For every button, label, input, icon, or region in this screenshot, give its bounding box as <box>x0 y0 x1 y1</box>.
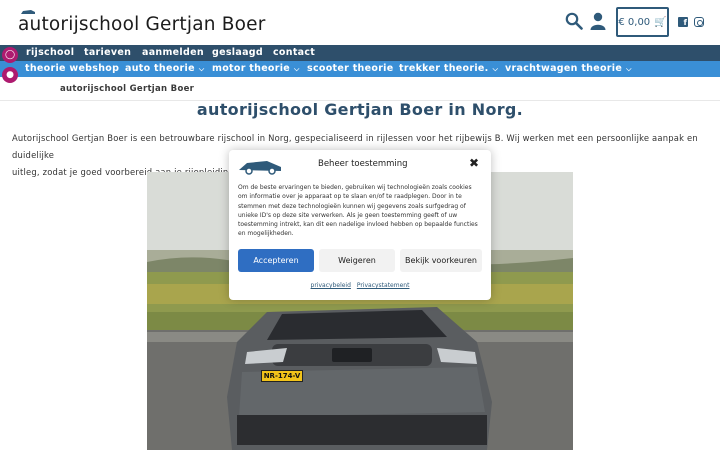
chevron-down-icon: ⌵ <box>198 65 205 73</box>
cookie-consent-modal: Beheer toestemming ✖ Om de beste ervarin… <box>229 150 491 300</box>
nav-item-vrachtwagen-theorie[interactable]: vrachtwagen theorie ⌵ <box>505 61 632 77</box>
nav-item-aanmelden[interactable]: aanmelden <box>142 45 204 61</box>
nav-label: trekker theorie. <box>399 63 489 74</box>
nav-item-geslaagd[interactable]: geslaagd <box>212 45 263 61</box>
nav-label: vrachtwagen theorie <box>505 63 623 74</box>
breadcrumb[interactable]: autorijschool Gertjan Boer <box>60 84 194 94</box>
instagram-icon[interactable] <box>694 17 704 27</box>
site-title[interactable]: autorijschool Gertjan Boer <box>18 14 266 35</box>
nav-item-trekker-theorie[interactable]: trekker theorie. ⌵ <box>399 61 498 77</box>
nav-label: motor theorie <box>212 63 291 74</box>
cart-icon: 🛒 <box>654 16 667 28</box>
nav-label: scooter theorie <box>307 63 394 74</box>
chevron-down-icon: ⌵ <box>626 65 632 73</box>
accept-button[interactable]: Accepteren <box>238 249 314 272</box>
close-icon[interactable]: ✖ <box>469 156 479 170</box>
chat-icon[interactable]: ● <box>2 67 18 83</box>
cart-total: € 0,00 <box>618 16 651 28</box>
modal-links: privacybeleid Privacystatement <box>229 282 491 289</box>
search-icon[interactable] <box>565 12 583 30</box>
nav-item-tarieven[interactable]: tarieven <box>84 45 131 61</box>
view-preferences-button[interactable]: Bekijk voorkeuren <box>400 249 482 272</box>
site-header: autorijschool Gertjan Boer € 0,00 🛒 f <box>0 0 720 45</box>
nav-item-rijschool[interactable]: rijschool <box>26 45 74 61</box>
nav-item-scooter-theorie[interactable]: scooter theorie <box>307 61 393 77</box>
nav-label: auto theorie <box>125 63 195 74</box>
user-icon[interactable] <box>590 12 606 30</box>
nav-item-motor-theorie[interactable]: motor theorie ⌵ <box>212 61 300 77</box>
logo-car-icon <box>239 161 281 175</box>
nav-item-theorie-webshop[interactable]: theorie webshop <box>25 61 119 77</box>
accessibility-icon[interactable]: ◯ <box>2 47 18 63</box>
modal-title: Beheer toestemming <box>318 159 408 169</box>
deny-button[interactable]: Weigeren <box>319 249 395 272</box>
license-plate: NR-174-V <box>261 370 303 382</box>
nav-label: theorie webshop <box>25 63 120 74</box>
chevron-down-icon: ⌵ <box>294 65 300 73</box>
primary-nav: rijschool tarieven aanmelden geslaagd co… <box>0 45 720 61</box>
privacy-policy-link[interactable]: privacybeleid <box>311 282 351 289</box>
nav-item-auto-theorie[interactable]: auto theorie ⌵ <box>125 61 204 77</box>
chevron-down-icon: ⌵ <box>492 65 499 73</box>
privacy-statement-link[interactable]: Privacystatement <box>357 282 410 289</box>
nav-item-contact[interactable]: contact <box>273 45 315 61</box>
page-title: autorijschool Gertjan Boer in Norg. <box>196 100 524 119</box>
modal-body: Om de beste ervaringen te bieden, gebrui… <box>238 184 478 238</box>
secondary-nav: theorie webshop auto theorie ⌵ motor theo… <box>0 61 720 77</box>
cart-button[interactable]: € 0,00 🛒 <box>616 7 669 37</box>
facebook-icon[interactable]: f <box>678 17 688 27</box>
